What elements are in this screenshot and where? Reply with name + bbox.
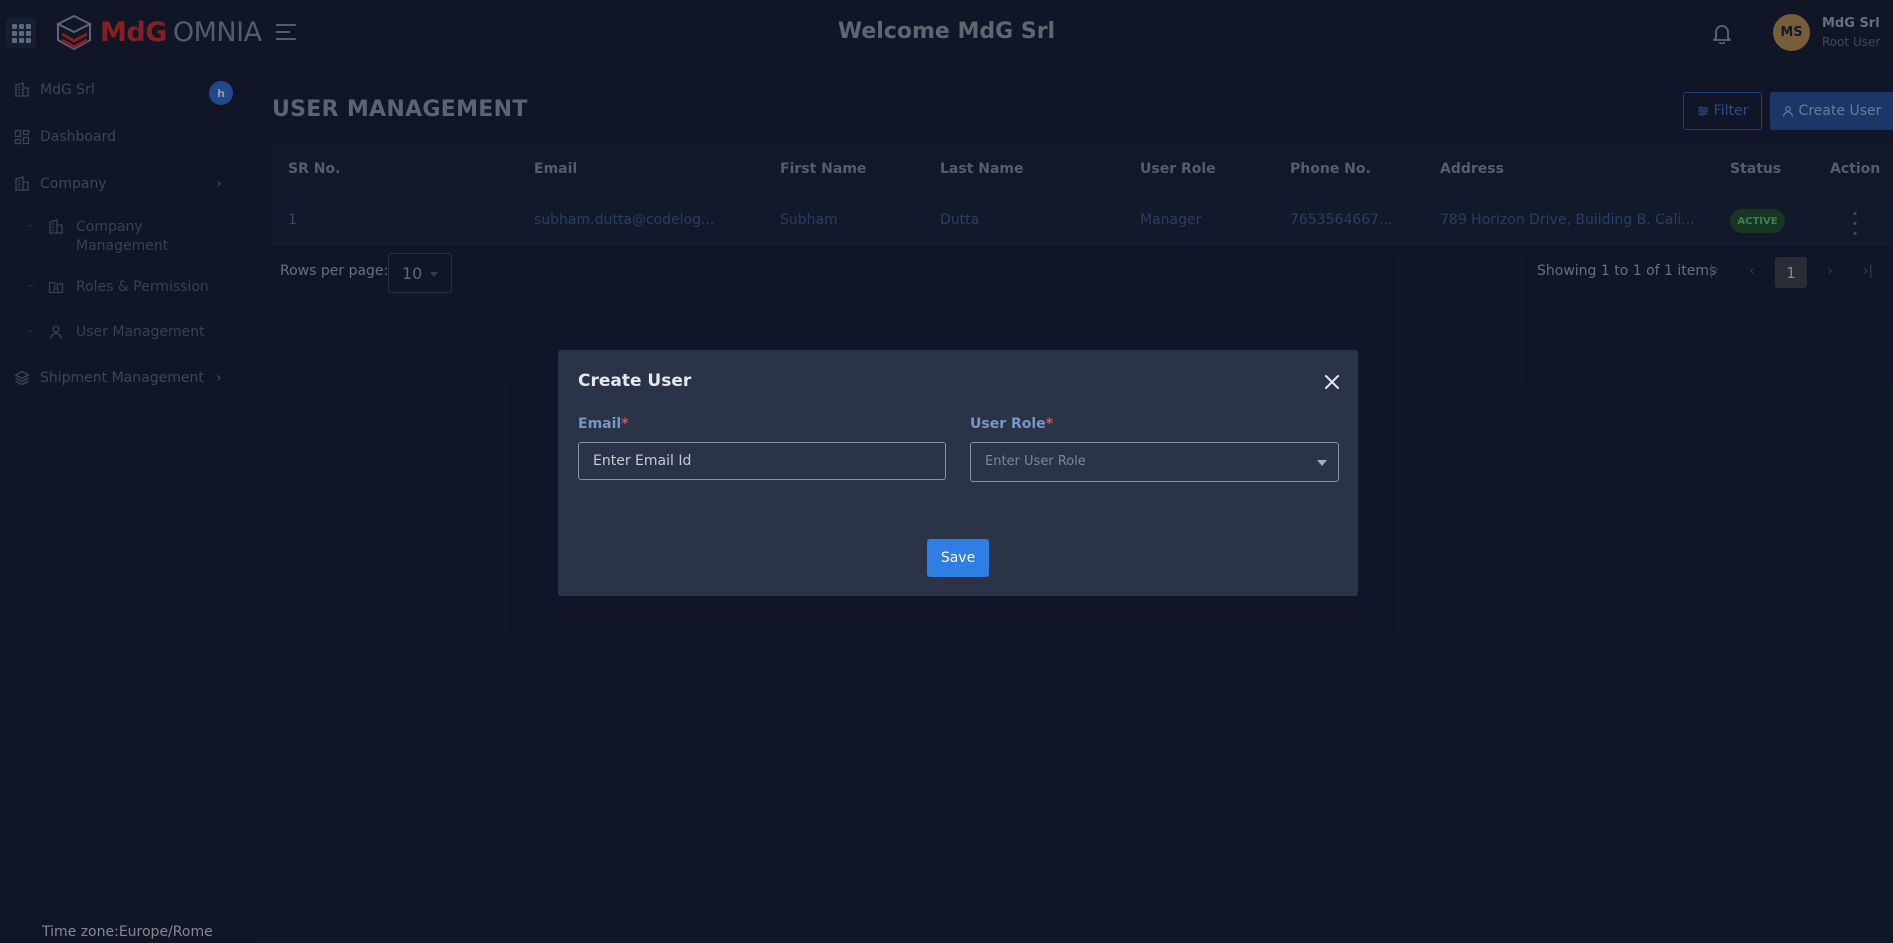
required-mark: * [1045,416,1053,432]
email-label: Email* [578,416,629,432]
save-button[interactable]: Save [927,539,989,577]
user-role-label-text: User Role [970,416,1046,432]
create-user-modal: Create User Email* User Role* Enter User… [558,350,1358,596]
email-field[interactable] [578,442,946,480]
close-icon[interactable] [1322,372,1342,392]
user-role-label: User Role* [970,416,1053,432]
user-role-placeholder: Enter User Role [985,454,1086,469]
required-mark: * [621,416,629,432]
caret-down-icon [1317,460,1327,466]
user-role-select[interactable]: Enter User Role [970,442,1339,482]
email-label-text: Email [578,416,622,432]
modal-title: Create User [578,371,692,391]
